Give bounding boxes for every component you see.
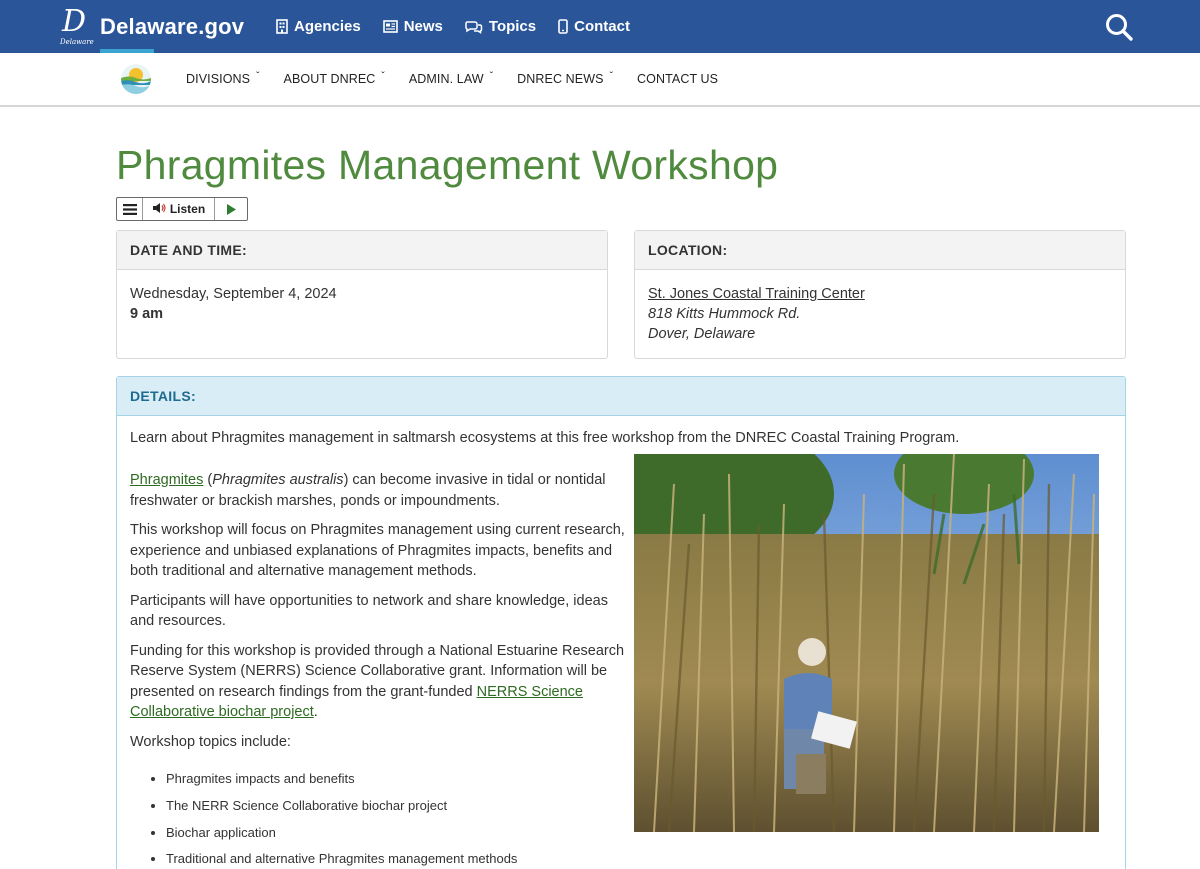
venue-street: 818 Kitts Hummock Rd. (648, 306, 801, 322)
phragmites-link[interactable]: Phragmites (130, 472, 203, 488)
play-icon (227, 203, 236, 215)
nav-topics[interactable]: Topics (465, 18, 536, 35)
dnrec-logo-icon[interactable] (121, 64, 151, 94)
subnav-about-dnrec[interactable]: ABOUT DNREC ˇ (284, 70, 385, 87)
subnav-divisions[interactable]: DIVISIONS ˇ (186, 70, 260, 87)
chat-icon (465, 20, 483, 34)
topics-list: Phragmites impacts and benefits The NERR… (166, 766, 625, 869)
details-heading: DETAILS: (117, 377, 1125, 416)
venue-city: Dover, Delaware (648, 326, 756, 342)
paragraph-focus: This workshop will focus on Phragmites m… (130, 522, 625, 579)
location-heading: LOCATION: (635, 231, 1125, 270)
date-time-heading: DATE AND TIME: (117, 231, 607, 270)
marsh-photo (634, 454, 1099, 832)
event-date: Wednesday, September 4, 2024 (130, 286, 337, 302)
subnav-dnrec-news[interactable]: DNREC NEWS ˇ (517, 70, 613, 87)
building-icon (276, 19, 288, 34)
menu-icon (122, 203, 137, 215)
listen-button[interactable]: Listen (143, 198, 215, 220)
play-button[interactable] (215, 198, 247, 220)
list-item: Traditional and alternative Phragmites m… (166, 846, 625, 869)
delaware-d-logo-icon: D Delaware (60, 4, 94, 46)
search-icon (1106, 14, 1133, 41)
location-card: LOCATION: St. Jones Coastal Training Cen… (634, 230, 1126, 359)
nav-agencies[interactable]: Agencies (276, 18, 361, 35)
paragraph-funding: Funding for this workshop is provided th… (130, 642, 625, 721)
list-item: Phragmites impacts and benefits (166, 766, 625, 793)
list-item: Biochar application (166, 820, 625, 847)
listen-menu-button[interactable] (117, 198, 143, 220)
nav-contact[interactable]: Contact (558, 18, 630, 35)
chevron-down-icon: ˇ (609, 70, 613, 82)
topics-intro: Workshop topics include: (130, 733, 291, 750)
dnrec-nav: DIVISIONS ˇ ABOUT DNREC ˇ ADMIN. LAW ˇ DNRE… (0, 53, 1200, 107)
phone-icon (558, 19, 568, 34)
venue-link[interactable]: St. Jones Coastal Training Center (648, 286, 865, 302)
subnav-contact-us[interactable]: CONTACT US (637, 72, 718, 86)
details-intro: Learn about Phragmites management in sal… (130, 430, 960, 446)
page-title: Phragmites Management Workshop (116, 142, 779, 188)
details-text: Phragmites (Phragmites australis) can be… (130, 470, 625, 869)
nav-news[interactable]: News (382, 18, 443, 35)
chevron-down-icon: ˇ (489, 70, 494, 82)
paragraph-network: Participants will have opportunities to … (130, 592, 608, 630)
details-card: DETAILS: Learn about Phragmites manageme… (116, 376, 1126, 869)
top-nav: Agencies News Topics Contact (276, 0, 652, 53)
date-time-card: DATE AND TIME: Wednesday, September 4, 2… (116, 230, 608, 359)
search-button[interactable] (1104, 12, 1134, 42)
speaker-icon (152, 202, 166, 217)
chevron-down-icon: ˇ (381, 70, 385, 82)
delaware-gov-logo[interactable]: D Delaware Delaware.gov (60, 4, 245, 47)
newspaper-icon (382, 20, 398, 33)
list-item: The NERR Science Collaborative biochar p… (166, 793, 625, 820)
event-time: 9 am (130, 306, 164, 322)
listen-widget: Listen (116, 197, 248, 221)
subnav-admin-law[interactable]: ADMIN. LAW ˇ (409, 70, 494, 87)
chevron-down-icon: ˇ (256, 70, 260, 82)
dnrec-nav-items: DIVISIONS ˇ ABOUT DNREC ˇ ADMIN. LAW ˇ DNRE… (186, 53, 742, 105)
brand-name: Delaware.gov (100, 14, 245, 39)
paragraph-phragmites: Phragmites (Phragmites australis) can be… (130, 472, 606, 509)
top-header: D Delaware Delaware.gov Agencies News To… (0, 0, 1200, 53)
